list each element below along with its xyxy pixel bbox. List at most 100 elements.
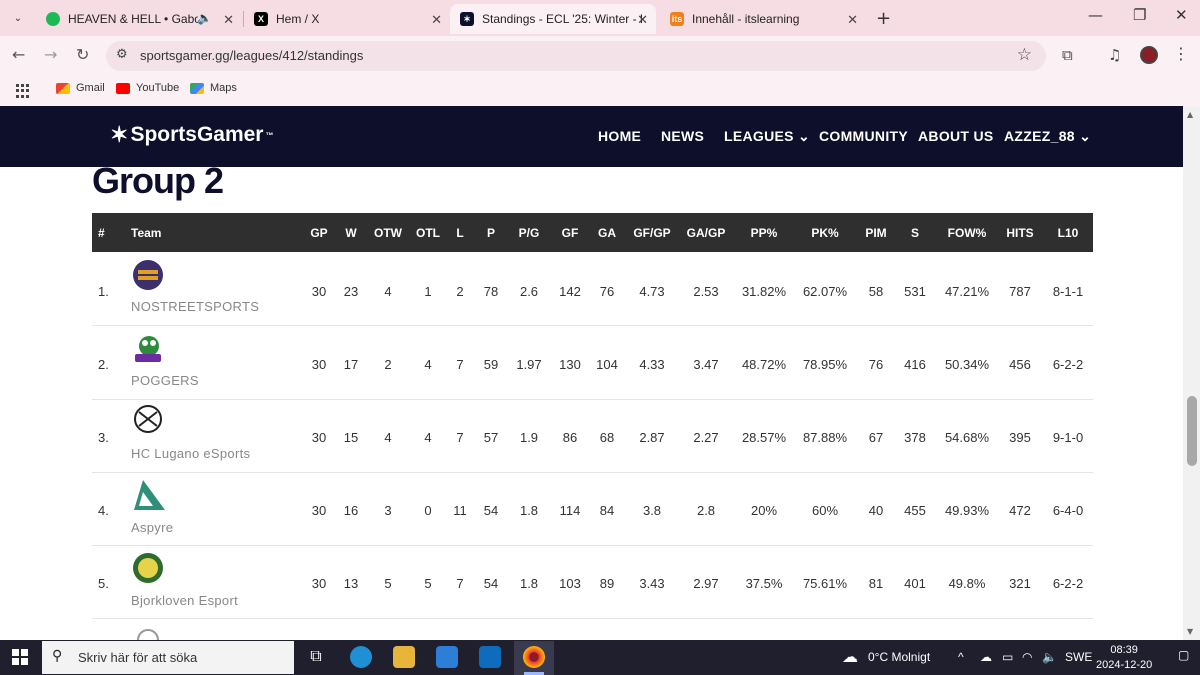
tab-standings[interactable]: ✶ Standings - ECL '25: Winter - Pr ✕ xyxy=(450,4,656,34)
nav-user-menu[interactable]: AZZEZ_88 ⌄ xyxy=(1004,128,1091,145)
reload-icon[interactable]: ↻ xyxy=(76,45,89,64)
col-header-otw[interactable]: OTW xyxy=(374,226,402,240)
bookmark-youtube[interactable]: YouTube xyxy=(116,82,179,94)
col-header-s[interactable]: S xyxy=(911,226,919,240)
taskbar-search-box[interactable]: ⚲ Skriv här för att söka xyxy=(42,641,294,674)
window-close-icon[interactable]: ✕ xyxy=(1175,6,1188,24)
url-text[interactable]: sportsgamer.gg/leagues/412/standings xyxy=(140,48,363,63)
apps-grid-icon[interactable] xyxy=(16,84,30,98)
tab-title: Standings - ECL '25: Winter - Pr xyxy=(482,12,642,26)
table-row[interactable] xyxy=(92,546,1093,619)
profile-avatar[interactable] xyxy=(1140,46,1158,64)
col-header-team[interactable]: Team xyxy=(131,226,161,240)
outlook-icon[interactable] xyxy=(479,646,501,668)
file-explorer-icon[interactable] xyxy=(393,646,415,668)
tab-itslearning[interactable]: its Innehåll - itslearning ✕ xyxy=(660,4,866,34)
nav-leagues[interactable]: LEAGUES ⌄ xyxy=(724,128,810,145)
table-row[interactable] xyxy=(92,327,1093,400)
store-icon[interactable] xyxy=(436,646,458,668)
col-header-l10[interactable]: L10 xyxy=(1058,226,1079,240)
scroll-down-arrow-icon[interactable]: ▼ xyxy=(1187,627,1193,636)
nav-user-label: AZZEZ_88 xyxy=(1004,128,1075,144)
close-tab-icon[interactable]: ✕ xyxy=(223,12,234,28)
close-tab-icon[interactable]: ✕ xyxy=(637,12,648,28)
media-control-icon[interactable]: ♫ xyxy=(1108,46,1121,64)
nav-home[interactable]: HOME xyxy=(598,128,641,144)
scroll-up-arrow-icon[interactable]: ▲ xyxy=(1187,110,1193,119)
nav-community[interactable]: COMMUNITY xyxy=(819,128,908,144)
forward-icon[interactable]: → xyxy=(44,45,57,64)
table-row[interactable] xyxy=(92,400,1093,473)
col-header-pim[interactable]: PIM xyxy=(865,226,886,240)
restore-icon[interactable]: ❐ xyxy=(1133,6,1146,24)
col-header-ga[interactable]: GA xyxy=(598,226,616,240)
col-header-p[interactable]: P xyxy=(487,226,495,240)
stat-cell: 62.07% xyxy=(802,284,848,299)
tab-search-dropdown-icon[interactable]: ⌄ xyxy=(8,8,28,28)
tab-spotify[interactable]: HEAVEN & HELL • Gaboro 🔈 ✕ xyxy=(36,4,242,34)
site-info-icon[interactable]: ⚙ xyxy=(116,47,128,62)
volume-icon[interactable]: 🔈 xyxy=(1042,650,1057,664)
cloud-weather-icon[interactable]: ☁ xyxy=(842,647,858,667)
audio-icon[interactable]: 🔈 xyxy=(197,11,212,25)
tab-x[interactable]: X Hem / X ✕ xyxy=(244,4,450,34)
nav-about-us[interactable]: ABOUT US xyxy=(918,128,994,144)
task-view-icon[interactable]: ⧉ xyxy=(305,646,327,668)
stat-cell: 2.87 xyxy=(639,430,665,445)
team-name-link[interactable]: Aspyre xyxy=(131,520,173,535)
new-tab-icon[interactable]: + xyxy=(876,8,891,29)
col-header-pk[interactable]: PK% xyxy=(811,226,838,240)
bookmark-star-icon[interactable]: ☆ xyxy=(1017,45,1032,65)
page-scrollbar[interactable] xyxy=(1183,106,1200,640)
minimize-icon[interactable]: — xyxy=(1088,6,1103,24)
battery-icon[interactable]: ▭ xyxy=(1002,650,1013,664)
table-row[interactable] xyxy=(92,473,1093,546)
col-header-gf-gp[interactable]: GF/GP xyxy=(633,226,670,240)
stat-cell: 16 xyxy=(343,503,359,518)
col-header-fow[interactable]: FOW% xyxy=(948,226,987,240)
col-header-ga-gp[interactable]: GA/GP xyxy=(687,226,726,240)
edge-icon[interactable] xyxy=(350,646,372,668)
scrollbar-thumb[interactable] xyxy=(1187,396,1197,466)
col-header-hits[interactable]: HITS xyxy=(1006,226,1033,240)
tray-chevron-up-icon[interactable]: ^ xyxy=(958,650,964,664)
close-tab-icon[interactable]: ✕ xyxy=(847,12,858,28)
col-header-w[interactable]: W xyxy=(345,226,356,240)
col-header-rank[interactable]: # xyxy=(98,226,105,240)
back-icon[interactable]: ← xyxy=(12,45,25,64)
team-name-link[interactable]: Bjorkloven Esport xyxy=(131,593,238,608)
col-header-l[interactable]: L xyxy=(456,226,463,240)
col-header-pp[interactable]: PP% xyxy=(751,226,778,240)
bookmark-gmail[interactable]: Gmail xyxy=(56,82,105,94)
col-header-gp[interactable]: GP xyxy=(310,226,327,240)
table-row[interactable] xyxy=(92,253,1093,326)
browser-menu-icon[interactable]: ⋮ xyxy=(1173,44,1189,63)
team-name-link[interactable]: HC Lugano eSports xyxy=(131,446,250,461)
language-indicator[interactable]: SWE xyxy=(1065,650,1092,664)
extensions-icon[interactable]: ⧉ xyxy=(1062,46,1073,64)
nav-news[interactable]: NEWS xyxy=(661,128,704,144)
site-logo[interactable]: ✶ SportsGamer ™ xyxy=(110,122,273,148)
col-header-pg[interactable]: P/G xyxy=(519,226,540,240)
team-name-link[interactable]: POGGERS xyxy=(131,373,199,388)
onedrive-icon[interactable]: ☁ xyxy=(980,650,992,664)
tab-title: Innehåll - itslearning xyxy=(692,12,800,26)
team-name-link[interactable]: NOSTREETSPORTS xyxy=(131,299,259,314)
wifi-icon[interactable]: ◠ xyxy=(1022,650,1032,664)
notifications-icon[interactable]: ▢ xyxy=(1178,648,1189,662)
address-bar[interactable]: ⚙ sportsgamer.gg/leagues/412/standings ☆ xyxy=(106,41,1046,71)
stat-cell: 5 xyxy=(384,576,392,591)
taskbar-clock[interactable]: 08:39 2024-12-20 xyxy=(1096,643,1152,673)
bookmark-maps[interactable]: Maps xyxy=(190,82,237,94)
col-header-gf[interactable]: GF xyxy=(562,226,579,240)
close-tab-icon[interactable]: ✕ xyxy=(431,12,442,28)
stat-cell: 3.8 xyxy=(642,503,662,518)
windows-start-icon[interactable] xyxy=(12,649,28,665)
col-header-otl[interactable]: OTL xyxy=(416,226,440,240)
weather-text[interactable]: 0°C Molnigt xyxy=(868,650,930,664)
row-rank: 1. xyxy=(98,284,109,299)
chrome-icon[interactable] xyxy=(523,646,545,668)
hc-lugano-logo-icon xyxy=(134,405,162,433)
stat-cell: 104 xyxy=(596,357,618,372)
stat-cell: 1.8 xyxy=(519,576,539,591)
